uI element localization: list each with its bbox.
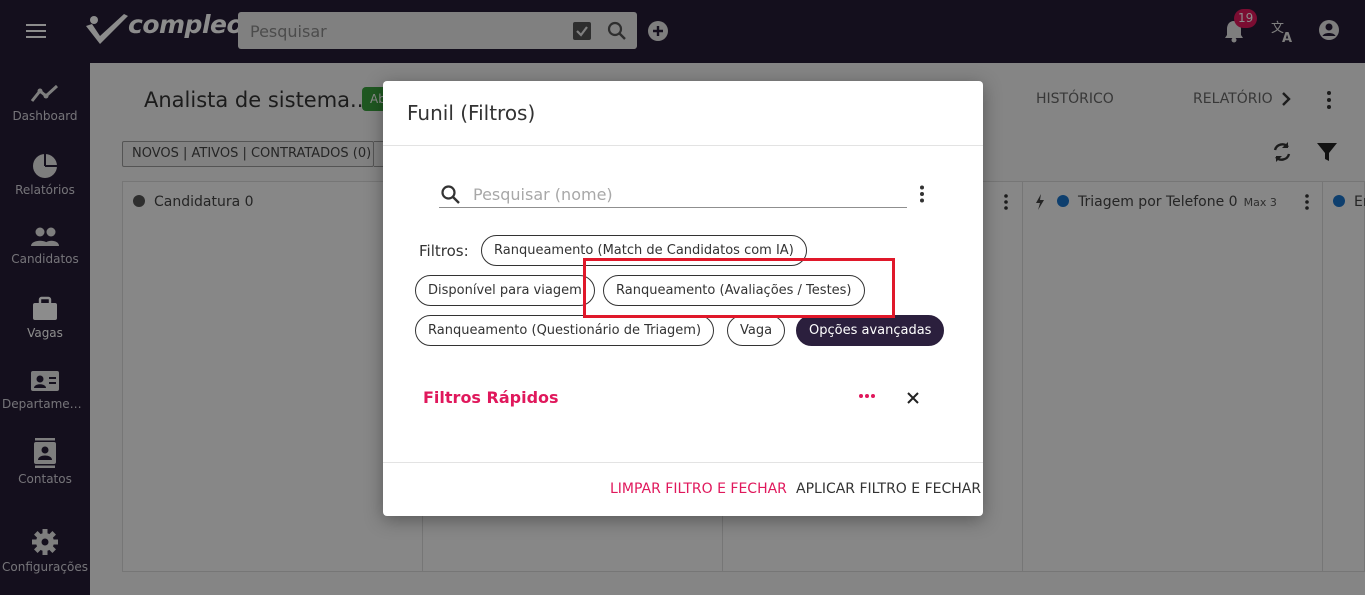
filter-chip-travel[interactable]: Disponível para viagem: [415, 275, 595, 306]
divider: [383, 145, 983, 146]
filter-dialog: Funil (Filtros) Filtros: Ranqueamento (M…: [383, 81, 983, 516]
filter-chip-questionnaire[interactable]: Ranqueamento (Questionário de Triagem): [415, 315, 715, 346]
search-icon: [441, 185, 460, 204]
filter-chip-vaga[interactable]: Vaga: [727, 315, 786, 346]
dialog-title: Funil (Filtros): [407, 101, 536, 125]
more-vert-icon[interactable]: [918, 185, 926, 203]
close-icon[interactable]: [906, 391, 920, 405]
more-horiz-icon[interactable]: [858, 393, 876, 399]
name-search-input[interactable]: [473, 182, 907, 208]
filters-label: Filtros:: [419, 242, 469, 260]
highlight-annotation: [583, 258, 895, 318]
search-underline: [439, 207, 473, 208]
quick-filters-title: Filtros Rápidos: [423, 388, 559, 407]
apply-filter-button[interactable]: APLICAR FILTRO E FECHAR: [796, 481, 981, 497]
clear-filter-button[interactable]: LIMPAR FILTRO E FECHAR: [610, 481, 787, 497]
divider: [383, 462, 983, 463]
advanced-options-button[interactable]: Opções avançadas: [796, 315, 945, 346]
